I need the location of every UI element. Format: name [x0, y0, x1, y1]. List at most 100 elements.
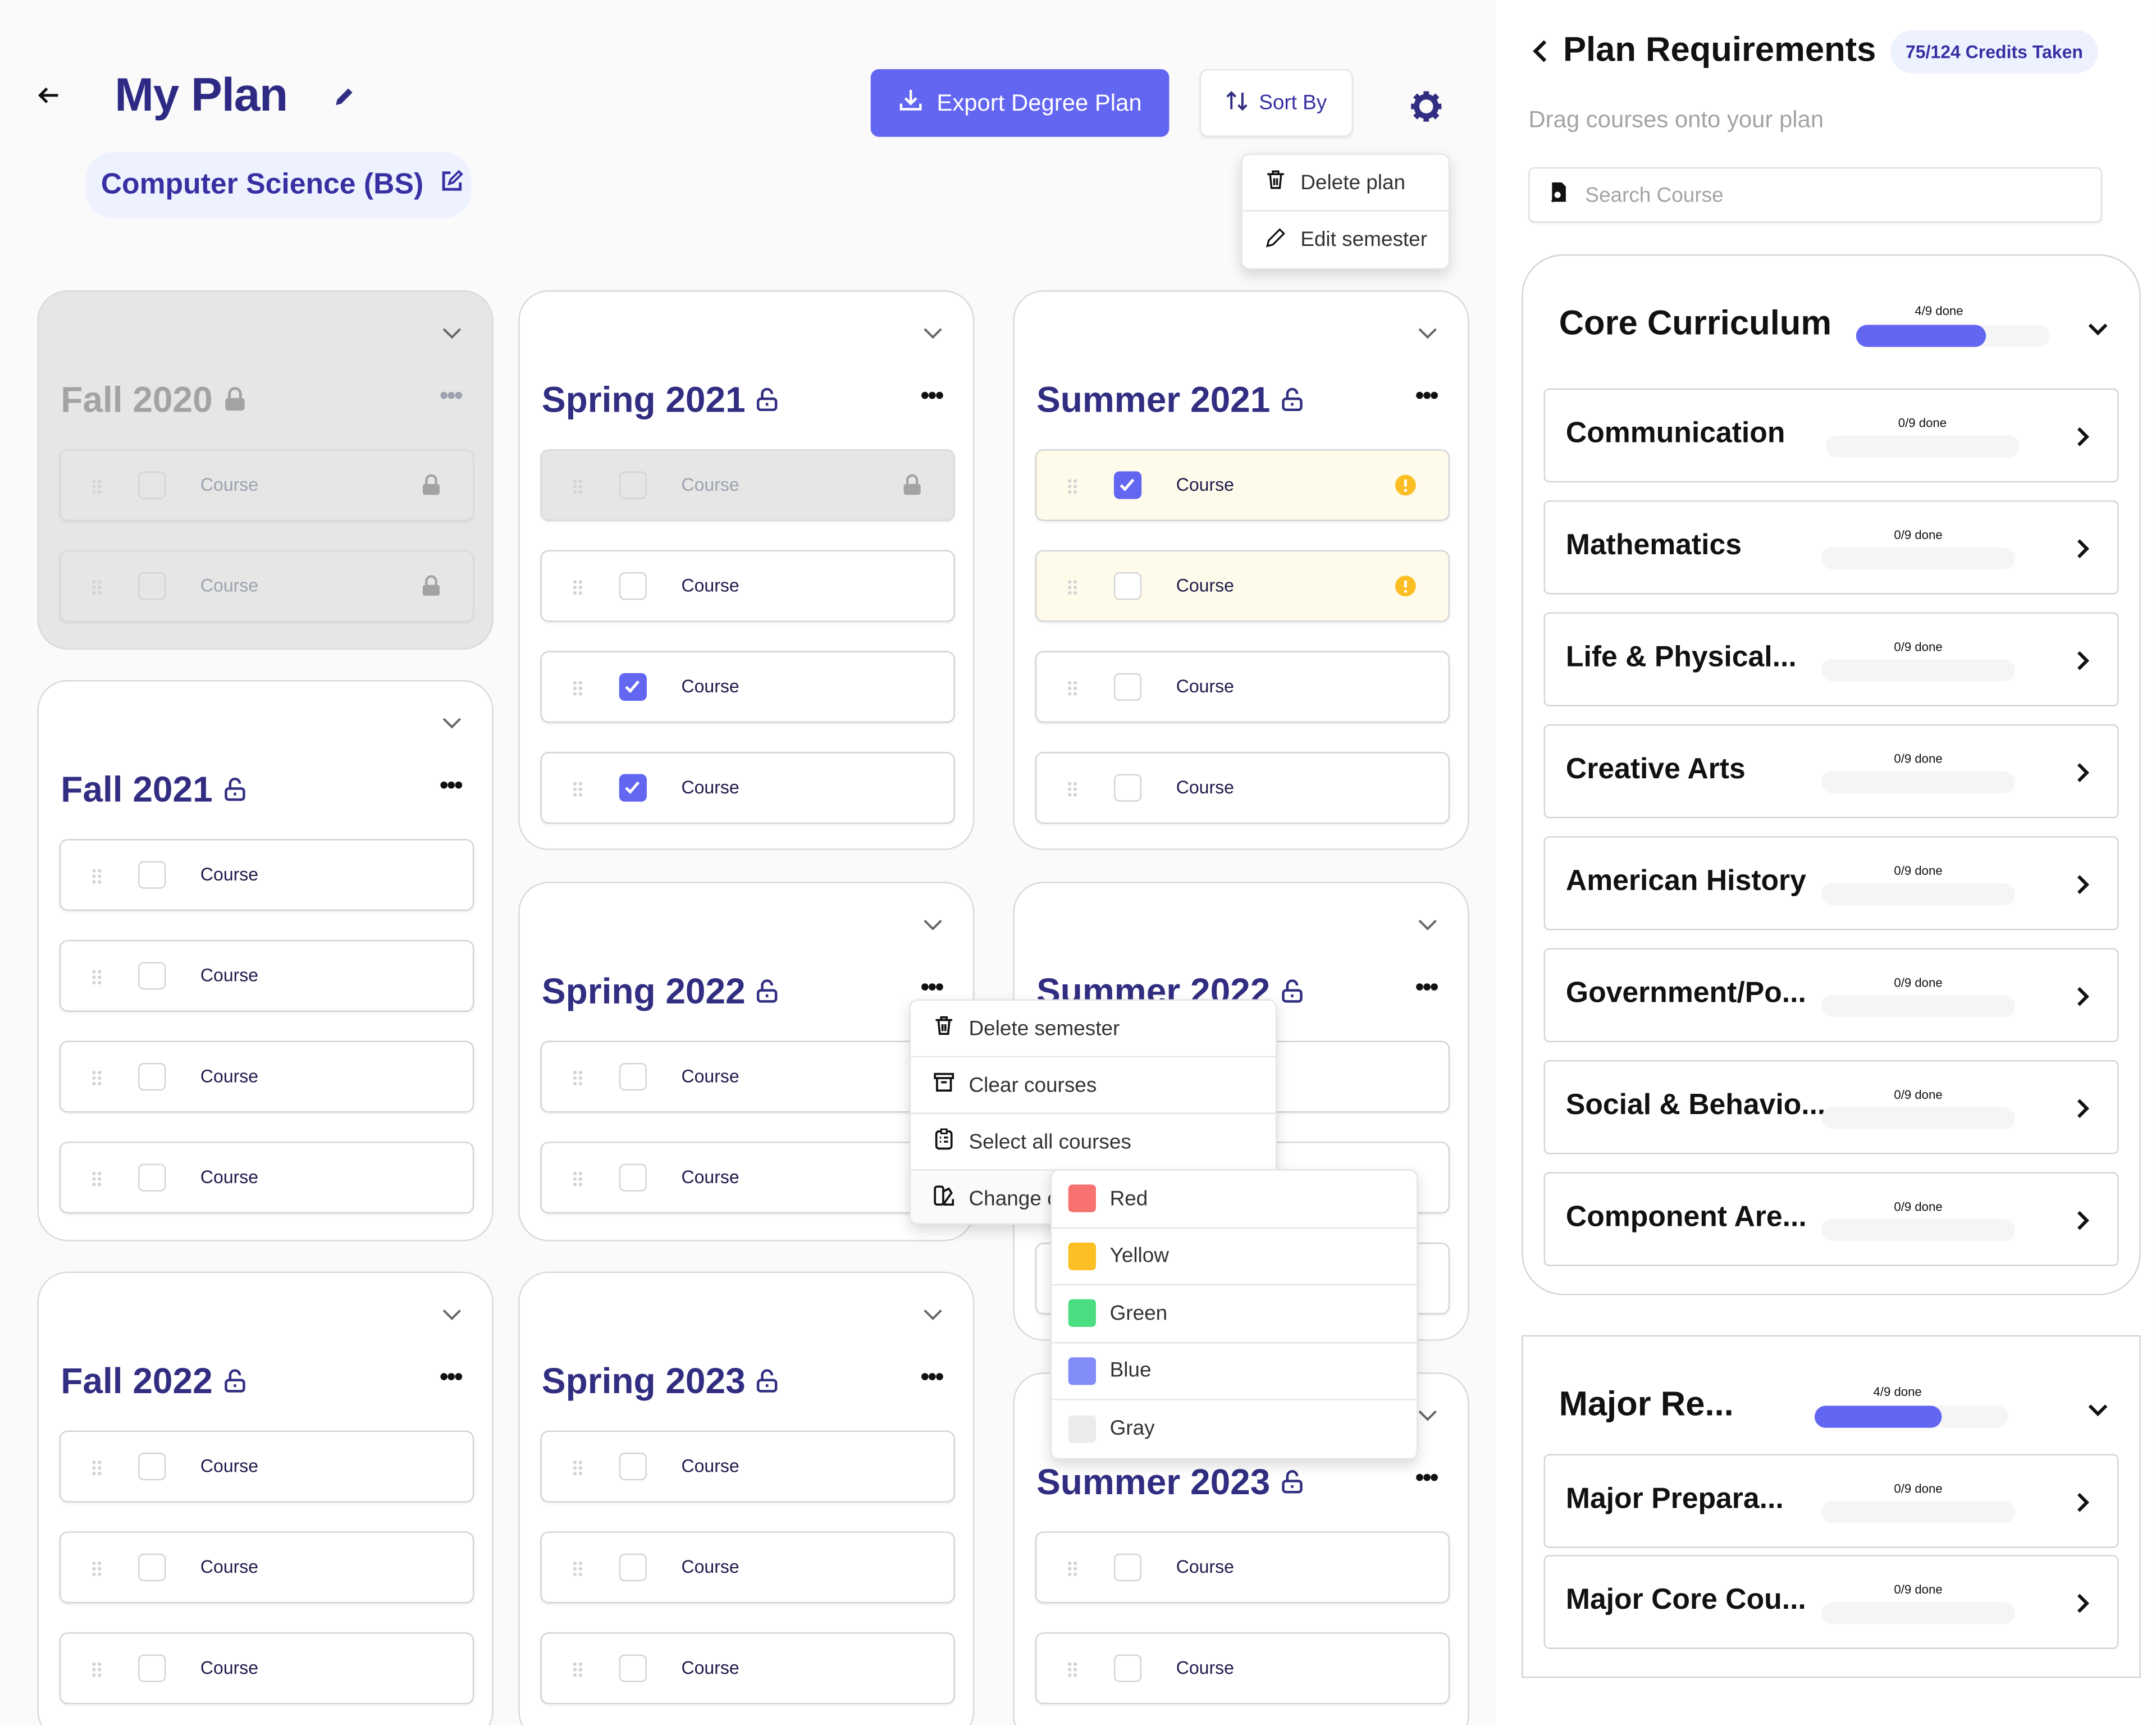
more-options-icon[interactable]: •••	[1415, 1464, 1439, 1493]
course-row[interactable]: Course	[59, 1041, 474, 1113]
drag-handle-icon[interactable]	[572, 477, 583, 501]
more-options-icon[interactable]: •••	[1415, 973, 1439, 1002]
course-checkbox[interactable]	[138, 1654, 166, 1682]
menu-item-edit-semester[interactable]: Edit semester	[1243, 212, 1449, 268]
drag-handle-icon[interactable]	[572, 1458, 583, 1483]
menu-item-select-all-courses[interactable]: Select all courses	[911, 1114, 1276, 1171]
drag-handle-icon[interactable]	[91, 1458, 102, 1483]
chevron-down-icon[interactable]	[2087, 318, 2109, 343]
course-checkbox[interactable]	[138, 861, 166, 889]
course-row[interactable]: Course	[59, 449, 474, 521]
course-row[interactable]: Course	[540, 1142, 955, 1214]
unlock-icon[interactable]	[756, 970, 778, 1012]
chevron-down-icon[interactable]	[442, 712, 462, 737]
course-checkbox[interactable]	[619, 572, 647, 600]
course-row[interactable]: Course	[59, 1531, 474, 1604]
drag-handle-icon[interactable]	[572, 679, 583, 704]
more-options-icon[interactable]: •••	[921, 1363, 944, 1392]
course-row[interactable]: Course	[540, 1041, 955, 1113]
requirement-item[interactable]: Creative Arts 0/9 done	[1543, 724, 2119, 819]
course-row[interactable]: Course	[1035, 449, 1450, 521]
color-option-red[interactable]: Red	[1052, 1171, 1417, 1229]
requirement-item[interactable]: Major Prepara... 0/9 done	[1543, 1454, 2119, 1548]
course-checkbox[interactable]	[1113, 471, 1142, 499]
course-checkbox[interactable]	[619, 774, 647, 802]
requirement-item[interactable]: Mathematics 0/9 done	[1543, 500, 2119, 595]
course-checkbox[interactable]	[1113, 1654, 1142, 1682]
drag-handle-icon[interactable]	[91, 1559, 102, 1584]
pencil-icon[interactable]	[332, 84, 357, 116]
course-checkbox[interactable]	[1113, 572, 1142, 600]
drag-handle-icon[interactable]	[572, 1559, 583, 1584]
course-row[interactable]: Course	[1035, 651, 1450, 723]
color-option-gray[interactable]: Gray	[1052, 1400, 1417, 1457]
chevron-down-icon[interactable]	[923, 914, 942, 938]
drag-handle-icon[interactable]	[572, 1660, 583, 1685]
unlock-icon[interactable]	[756, 378, 778, 421]
chevron-left-icon[interactable]	[1531, 39, 1550, 71]
gear-icon[interactable]	[1410, 90, 1443, 130]
requirement-item[interactable]: Social & Behavio... 0/9 done	[1543, 1060, 2119, 1154]
unlock-icon[interactable]	[1281, 1461, 1303, 1503]
more-options-icon[interactable]: •••	[440, 772, 463, 801]
course-checkbox[interactable]	[1113, 673, 1142, 701]
drag-handle-icon[interactable]	[1067, 779, 1078, 804]
course-row[interactable]: Course	[59, 1142, 474, 1214]
chevron-right-icon[interactable]	[2076, 1592, 2090, 1622]
course-row[interactable]: Course	[540, 449, 955, 521]
menu-item-clear-courses[interactable]: Clear courses	[911, 1057, 1276, 1114]
chevron-down-icon[interactable]	[442, 322, 462, 347]
menu-item-delete-plan[interactable]: Delete plan	[1242, 155, 1449, 212]
color-option-green[interactable]: Green	[1052, 1285, 1417, 1343]
course-checkbox[interactable]	[619, 471, 647, 499]
course-row[interactable]: Course	[59, 1430, 474, 1503]
chevron-right-icon[interactable]	[2076, 761, 2090, 791]
chevron-down-icon[interactable]	[923, 1303, 942, 1328]
course-row[interactable]: Course	[59, 839, 474, 911]
drag-handle-icon[interactable]	[91, 578, 102, 603]
requirement-item[interactable]: Communication 0/9 done	[1543, 388, 2119, 483]
chevron-right-icon[interactable]	[2076, 1097, 2090, 1126]
course-row[interactable]: Course	[1035, 752, 1450, 824]
drag-handle-icon[interactable]	[572, 779, 583, 804]
drag-handle-icon[interactable]	[1067, 1559, 1078, 1584]
requirement-item[interactable]: Major Core Cou... 0/9 done	[1543, 1555, 2119, 1649]
course-checkbox[interactable]	[619, 1163, 647, 1192]
chevron-right-icon[interactable]	[2076, 426, 2090, 455]
chevron-right-icon[interactable]	[2076, 985, 2090, 1015]
course-checkbox[interactable]	[138, 1553, 166, 1581]
drag-handle-icon[interactable]	[91, 1169, 102, 1194]
course-row[interactable]: Course	[540, 550, 955, 622]
color-option-yellow[interactable]: Yellow	[1052, 1228, 1417, 1286]
drag-handle-icon[interactable]	[91, 1660, 102, 1685]
course-checkbox[interactable]	[138, 1163, 166, 1192]
chevron-right-icon[interactable]	[2076, 538, 2090, 567]
menu-item-delete-semester[interactable]: Delete semester	[911, 1001, 1276, 1058]
course-checkbox[interactable]	[138, 962, 166, 990]
unlock-icon[interactable]	[756, 1359, 778, 1402]
course-row[interactable]: Course	[59, 939, 474, 1012]
search-input[interactable]	[1585, 183, 2055, 207]
course-checkbox[interactable]	[619, 1453, 647, 1481]
drag-handle-icon[interactable]	[1067, 477, 1078, 501]
chevron-right-icon[interactable]	[2076, 650, 2090, 679]
drag-handle-icon[interactable]	[91, 866, 102, 891]
course-row[interactable]: Course	[1035, 550, 1450, 622]
more-options-icon[interactable]: •••	[1415, 381, 1439, 410]
unlock-icon[interactable]	[223, 1359, 245, 1402]
course-checkbox[interactable]	[138, 1062, 166, 1091]
more-options-icon[interactable]: •••	[921, 381, 944, 410]
drag-handle-icon[interactable]	[91, 1069, 102, 1093]
unlock-icon[interactable]	[1281, 378, 1303, 421]
course-checkbox[interactable]	[619, 673, 647, 701]
course-checkbox[interactable]	[619, 1654, 647, 1682]
requirement-item[interactable]: American History 0/9 done	[1543, 836, 2119, 930]
course-row[interactable]: Course	[540, 752, 955, 824]
course-row[interactable]: Course	[540, 1632, 955, 1705]
course-checkbox[interactable]	[1113, 1553, 1142, 1581]
more-options-icon[interactable]: •••	[440, 381, 463, 410]
course-row[interactable]: Course	[59, 550, 474, 622]
drag-handle-icon[interactable]	[91, 968, 102, 992]
chevron-right-icon[interactable]	[2076, 874, 2090, 903]
course-checkbox[interactable]	[619, 1553, 647, 1581]
